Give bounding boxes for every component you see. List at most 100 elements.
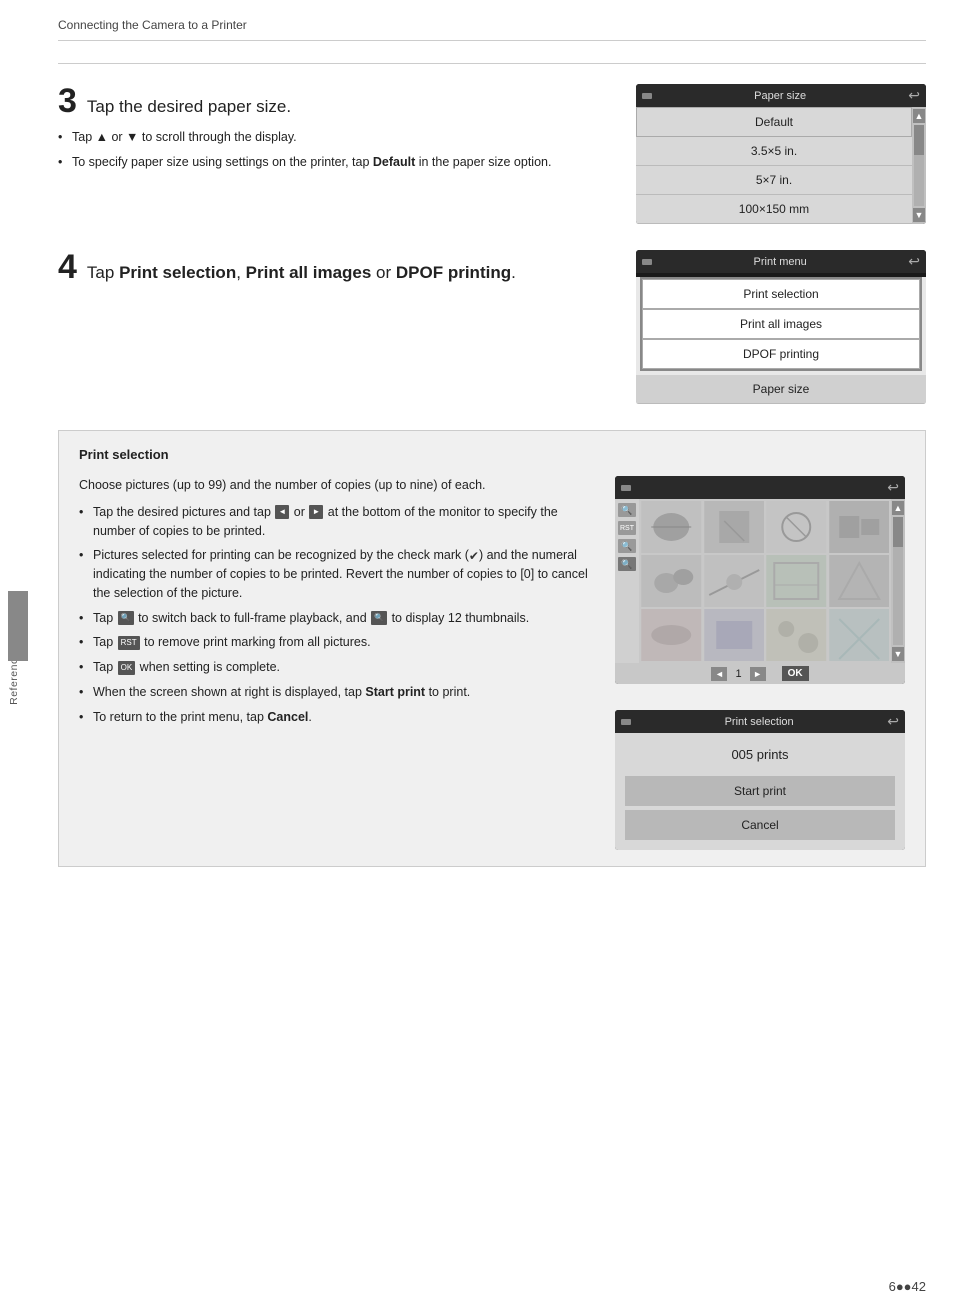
sidebar: Reference Section xyxy=(0,0,28,1314)
check-mark-icon: ✔ xyxy=(469,547,479,565)
dialog-count: 005 prints xyxy=(625,747,895,762)
paper-size-100x150[interactable]: 100×150 mm xyxy=(636,195,912,224)
paper-size-menu: Default 3.5×5 in. 5×7 in. 100×150 mm xyxy=(636,107,912,224)
scroll-down[interactable]: ▼ xyxy=(913,208,925,222)
thumbnail-area: 🔍 RST 🔍 🔍 xyxy=(615,499,905,663)
step4-number: 4 xyxy=(58,250,77,284)
thumb-6[interactable] xyxy=(704,555,765,607)
sidebar-tab xyxy=(8,591,28,661)
print-selection-header: Print selection xyxy=(79,447,905,462)
page-footer: 6●●42 xyxy=(30,1279,954,1294)
dialog-body: 005 prints Start print Cancel xyxy=(615,733,905,850)
thumbnail-screen: ↩ 🔍 RST 🔍 🔍 xyxy=(615,476,905,684)
nav-page-num: 1 xyxy=(735,668,741,680)
thumb-scroll-up[interactable]: ▲ xyxy=(892,501,904,515)
header-title: Connecting the Camera to a Printer xyxy=(58,18,247,32)
step3-bullet-2: To specify paper size using settings on … xyxy=(58,153,612,172)
nav-left[interactable]: ◄ xyxy=(711,667,727,681)
print-menu-body: Print selection Print all images DPOF pr… xyxy=(636,277,926,404)
step4-left: 4 Tap Print selection, Print all images … xyxy=(58,250,612,294)
thumb-1[interactable] xyxy=(641,501,702,553)
step3-title: Tap the desired paper size. xyxy=(87,96,291,118)
ps-bullet-6: When the screen shown at right is displa… xyxy=(79,683,595,702)
dialog-header: Print selection ↩ xyxy=(615,710,905,733)
print-dialog-screen: Print selection ↩ 005 prints Start print… xyxy=(615,710,905,850)
menu-dpof[interactable]: DPOF printing xyxy=(642,339,920,369)
thumb-grid xyxy=(639,499,891,663)
cancel-button[interactable]: Cancel xyxy=(625,810,895,840)
print-selection-section: Print selection Choose pictures (up to 9… xyxy=(58,430,926,867)
thumb-scroll-bar: ▲ ▼ xyxy=(891,499,905,663)
step3-section: 3 Tap the desired paper size. Tap ▲ or ▼… xyxy=(58,84,926,224)
menu-print-selection[interactable]: Print selection xyxy=(642,279,920,309)
thumb-2[interactable] xyxy=(704,501,765,553)
zoom3-icon-btn[interactable]: 🔍 xyxy=(618,557,636,571)
camera-icon xyxy=(642,93,652,99)
step4-section: 4 Tap Print selection, Print all images … xyxy=(58,250,926,404)
scroll-up[interactable]: ▲ xyxy=(913,109,925,123)
back-icon4[interactable]: ↩ xyxy=(887,713,899,730)
print-selection-text: Choose pictures (up to 99) and the numbe… xyxy=(79,476,595,732)
start-print-button[interactable]: Start print xyxy=(625,776,895,806)
zoom-out-icon: 🔍 xyxy=(118,611,134,625)
print-selection-intro: Choose pictures (up to 99) and the numbe… xyxy=(79,476,595,495)
screen-header: Paper size ↩ xyxy=(636,84,926,107)
step4-header: 4 Tap Print selection, Print all images … xyxy=(58,250,612,284)
camera-icon4 xyxy=(621,719,631,725)
reset-icon: RST xyxy=(118,636,140,650)
step3-bullets: Tap ▲ or ▼ to scroll through the display… xyxy=(58,128,612,172)
ps-bullet-3: Tap 🔍 to switch back to full-frame playb… xyxy=(79,609,595,628)
section-divider xyxy=(58,63,926,64)
ok-icon: OK xyxy=(118,661,136,675)
thumb-9[interactable] xyxy=(641,609,702,661)
reset-icon-btn[interactable]: RST xyxy=(618,521,636,535)
camera-icon2 xyxy=(642,259,652,265)
nav-right[interactable]: ► xyxy=(750,667,766,681)
main-content: Connecting the Camera to a Printer 3 Tap… xyxy=(30,0,954,915)
zoom2-icon-btn[interactable]: 🔍 xyxy=(618,539,636,553)
zoom-icon-btn[interactable]: 🔍 xyxy=(618,503,636,517)
screen-with-scroll: Default 3.5×5 in. 5×7 in. 100×150 mm ▲ ▼ xyxy=(636,107,926,224)
paper-size-3x5[interactable]: 3.5×5 in. xyxy=(636,137,912,166)
left-panel: 🔍 RST 🔍 🔍 xyxy=(615,499,639,663)
paper-size-screen: Paper size ↩ Default 3.5×5 in. 5×7 in. 1… xyxy=(636,84,926,224)
ps-bullet-4: Tap RST to remove print marking from all… xyxy=(79,633,595,652)
grid-area xyxy=(639,499,891,663)
print-selection-bullets: Tap the desired pictures and tap ◄ or ► … xyxy=(79,503,595,727)
camera-icon3 xyxy=(621,485,631,491)
dialog-title: Print selection xyxy=(631,716,887,728)
thumb-11[interactable] xyxy=(766,609,827,661)
thumb-8[interactable] xyxy=(829,555,890,607)
ps-bullet-1: Tap the desired pictures and tap ◄ or ► … xyxy=(79,503,595,541)
ps-bullet-2: Pictures selected for printing can be re… xyxy=(79,546,595,602)
step3-bullet-1: Tap ▲ or ▼ to scroll through the display… xyxy=(58,128,612,147)
thumb-scroll-down[interactable]: ▼ xyxy=(892,647,904,661)
scroll-thumb xyxy=(914,125,924,155)
thumb-4[interactable] xyxy=(829,501,890,553)
footer-page-number: 6●●42 xyxy=(889,1279,926,1294)
thumb-3[interactable] xyxy=(766,501,827,553)
paper-size-5x7[interactable]: 5×7 in. xyxy=(636,166,912,195)
step3-number: 3 xyxy=(58,84,77,118)
nav-bar: ◄ 1 ► OK xyxy=(615,663,905,684)
scroll-bar: ▲ ▼ xyxy=(912,107,926,224)
thumb-12[interactable] xyxy=(829,609,890,661)
step3-header: 3 Tap the desired paper size. xyxy=(58,84,612,118)
step4-title: Tap Print selection, Print all images or… xyxy=(87,262,516,284)
back-icon2[interactable]: ↩ xyxy=(908,253,920,270)
back-icon[interactable]: ↩ xyxy=(908,87,920,104)
ok-button[interactable]: OK xyxy=(782,666,809,681)
thumb-7[interactable] xyxy=(766,555,827,607)
ps-bullet-7: To return to the print menu, tap Cancel. xyxy=(79,708,595,727)
thumb-5[interactable] xyxy=(641,555,702,607)
left-arrow-icon: ◄ xyxy=(275,505,289,519)
thumb-10[interactable] xyxy=(704,609,765,661)
back-icon3[interactable]: ↩ xyxy=(887,479,899,496)
thumb-scroll-thumb xyxy=(893,517,903,547)
paper-size-default[interactable]: Default xyxy=(636,107,912,137)
scroll-track xyxy=(914,125,924,206)
menu-paper-size[interactable]: Paper size xyxy=(636,375,926,404)
menu-print-all[interactable]: Print all images xyxy=(642,309,920,339)
ps-bullet-5: Tap OK when setting is complete. xyxy=(79,658,595,677)
print-menu-title: Print menu xyxy=(652,256,908,268)
